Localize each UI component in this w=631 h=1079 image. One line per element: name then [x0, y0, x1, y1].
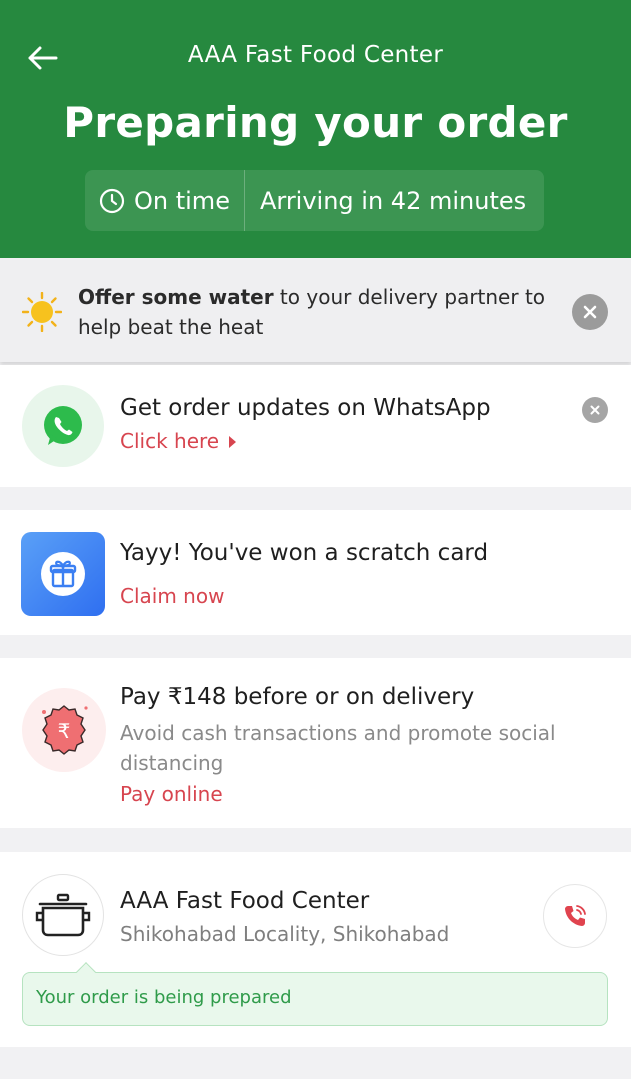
order-status-title: Preparing your order — [63, 98, 568, 147]
heat-banner-close-button[interactable] — [572, 294, 608, 330]
payment-card-subtitle: Avoid cash transactions and promote soci… — [120, 721, 556, 775]
rupee-badge-icon: ₹ — [42, 705, 88, 755]
clock-icon — [99, 188, 125, 213]
heat-advisory-bold: Offer some water — [78, 285, 274, 309]
payment-card-title: Pay ₹148 before or on delivery — [120, 684, 475, 710]
caret-right-icon — [229, 436, 237, 448]
heat-advisory-text: Offer some water to your delivery partne… — [78, 282, 558, 342]
whatsapp-card-close-button[interactable] — [582, 397, 608, 423]
phone-call-icon — [565, 905, 586, 926]
restaurant-title: AAA Fast Food Center — [187, 42, 444, 68]
restaurant-locality: Shikohabad Locality, Shikohabad — [120, 922, 450, 946]
svg-text:₹: ₹ — [58, 719, 71, 743]
order-status-header: AAA Fast Food Center Preparing your orde… — [0, 0, 631, 258]
whatsapp-click-here-link[interactable]: Click here — [120, 429, 237, 453]
whatsapp-icon-badge — [22, 385, 104, 467]
claim-now-link[interactable]: Claim now — [120, 584, 224, 608]
status-pointer — [76, 962, 96, 982]
order-preparing-text: Your order is being prepared — [36, 987, 292, 1008]
restaurant-name: AAA Fast Food Center — [120, 888, 370, 914]
call-restaurant-button[interactable] — [543, 884, 607, 948]
whatsapp-icon — [44, 406, 82, 445]
pay-online-link[interactable]: Pay online — [120, 782, 223, 806]
whatsapp-updates-card: Get order updates on WhatsApp Click here — [0, 365, 631, 487]
close-icon — [590, 405, 600, 415]
close-icon — [583, 305, 597, 319]
restaurant-card: AAA Fast Food Center Shikohabad Locality… — [0, 852, 631, 1047]
order-tracking-screen: AAA Fast Food Center Preparing your orde… — [0, 0, 631, 1079]
on-time-label: On time — [134, 186, 230, 215]
cooking-pot-icon — [35, 893, 91, 937]
arriving-label: Arriving in 42 minutes — [259, 186, 527, 215]
payment-card: ₹ Pay ₹148 before or on delivery Avoid c… — [0, 658, 631, 828]
eta-box: On time Arriving in 42 minutes — [85, 170, 544, 231]
scratch-card-reward[interactable]: Yayy! You've won a scratch card Claim no… — [0, 510, 631, 635]
sun-icon — [22, 292, 62, 332]
rupee-badge: ₹ — [22, 688, 106, 772]
gift-icon — [41, 552, 85, 596]
scratch-card-tile — [21, 532, 105, 616]
on-time-indicator: On time — [85, 170, 245, 231]
whatsapp-card-title: Get order updates on WhatsApp — [120, 395, 491, 421]
order-preparing-status: Your order is being prepared — [22, 962, 608, 1026]
restaurant-avatar — [22, 874, 104, 956]
whatsapp-link-label: Click here — [120, 429, 220, 453]
scratch-card-title: Yayy! You've won a scratch card — [120, 540, 489, 566]
